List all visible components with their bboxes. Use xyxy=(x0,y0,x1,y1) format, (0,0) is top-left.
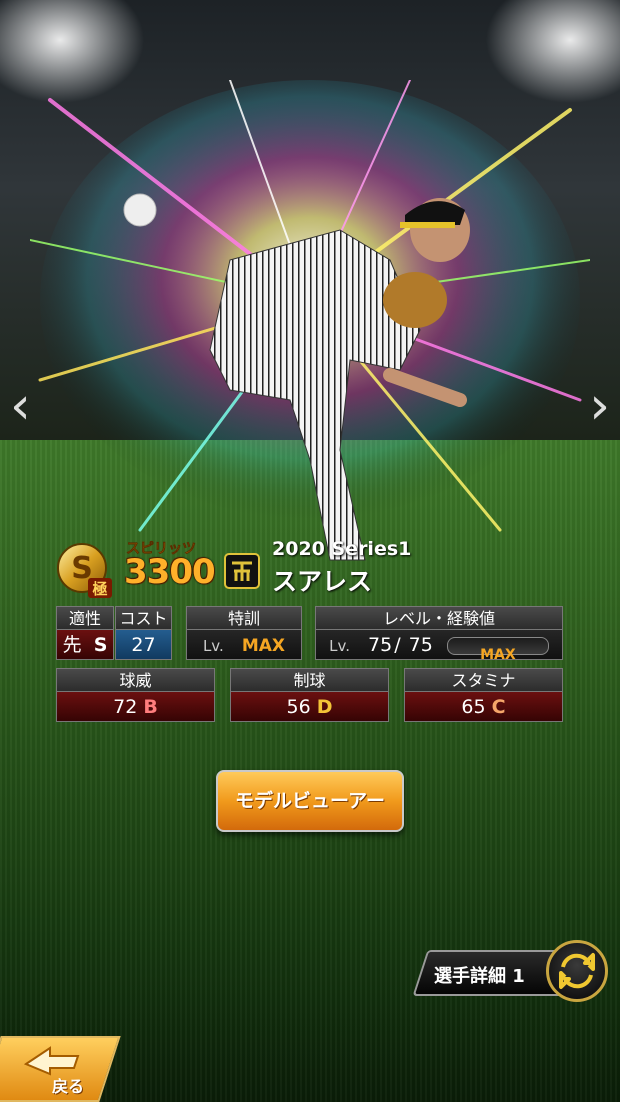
spirits-value: 3300 xyxy=(124,552,216,592)
aptitude-position: 先 xyxy=(62,634,82,656)
control-value: 56 D xyxy=(230,692,389,722)
team-logo-icon xyxy=(224,553,260,589)
exp-bar: MAX xyxy=(446,636,549,663)
level-exp-label: レベル・経験値 xyxy=(315,606,563,630)
player-detail-label[interactable]: 選手詳細 1 xyxy=(434,962,525,988)
rank-badge-icon: S 極 xyxy=(57,543,112,598)
stamina-label: スタミナ xyxy=(404,668,563,692)
player-name: スアレス xyxy=(272,567,373,596)
control-label: 制球 xyxy=(230,668,389,692)
model-viewer-button[interactable]: モデルビューアー xyxy=(216,770,404,832)
stamina-grade: C xyxy=(491,696,506,718)
level-separator: / xyxy=(394,634,401,656)
back-arrow-icon xyxy=(23,1046,80,1076)
level-current: 75 xyxy=(368,634,393,656)
rank-tier-text: 極 xyxy=(91,580,107,598)
aptitude-value: 先 S xyxy=(56,630,114,660)
switch-arrows-icon xyxy=(559,953,595,989)
velocity-number: 72 xyxy=(113,696,138,718)
card-series: 2020 Series1 xyxy=(272,538,412,560)
aptitude-box: 適性 先 S xyxy=(56,606,114,660)
special-training-value: Lv. MAX xyxy=(186,630,302,660)
cost-label: コスト xyxy=(115,606,172,630)
stamina-box: スタミナ 65 C xyxy=(404,668,563,722)
special-training-lv-prefix: Lv. xyxy=(202,637,224,655)
velocity-value: 72 B xyxy=(56,692,215,722)
special-training-box: 特訓 Lv. MAX xyxy=(186,606,302,660)
cost-value: 27 xyxy=(115,630,172,660)
aptitude-label: 適性 xyxy=(56,606,114,630)
velocity-label: 球威 xyxy=(56,668,215,692)
control-grade: D xyxy=(316,696,333,718)
switch-button[interactable] xyxy=(546,940,608,1002)
next-card-arrow-icon[interactable]: › xyxy=(589,380,610,432)
aptitude-grade: S xyxy=(93,634,108,656)
stamina-number: 65 xyxy=(461,696,486,718)
previous-card-arrow-icon[interactable]: ‹ xyxy=(10,380,31,432)
cost-box: コスト 27 xyxy=(115,606,172,660)
level-exp-value: Lv. 75/75 MAX xyxy=(315,630,563,663)
level-exp-box: レベル・経験値 Lv. 75/75 MAX xyxy=(315,606,563,663)
stamina-value: 65 C xyxy=(404,692,563,722)
velocity-grade: B xyxy=(143,696,158,718)
pitcher-illustration xyxy=(209,198,470,561)
level-lv-prefix: Lv. xyxy=(329,637,350,655)
special-training-label: 特訓 xyxy=(186,606,302,630)
special-training-max: MAX xyxy=(241,636,286,656)
control-number: 56 xyxy=(286,696,311,718)
control-box: 制球 56 D xyxy=(230,668,389,722)
exp-bar-max-text: MAX xyxy=(480,646,516,663)
back-label[interactable]: 戻る xyxy=(52,1073,84,1097)
level-max: 75 xyxy=(408,634,433,656)
velocity-box: 球威 72 B xyxy=(56,668,215,722)
